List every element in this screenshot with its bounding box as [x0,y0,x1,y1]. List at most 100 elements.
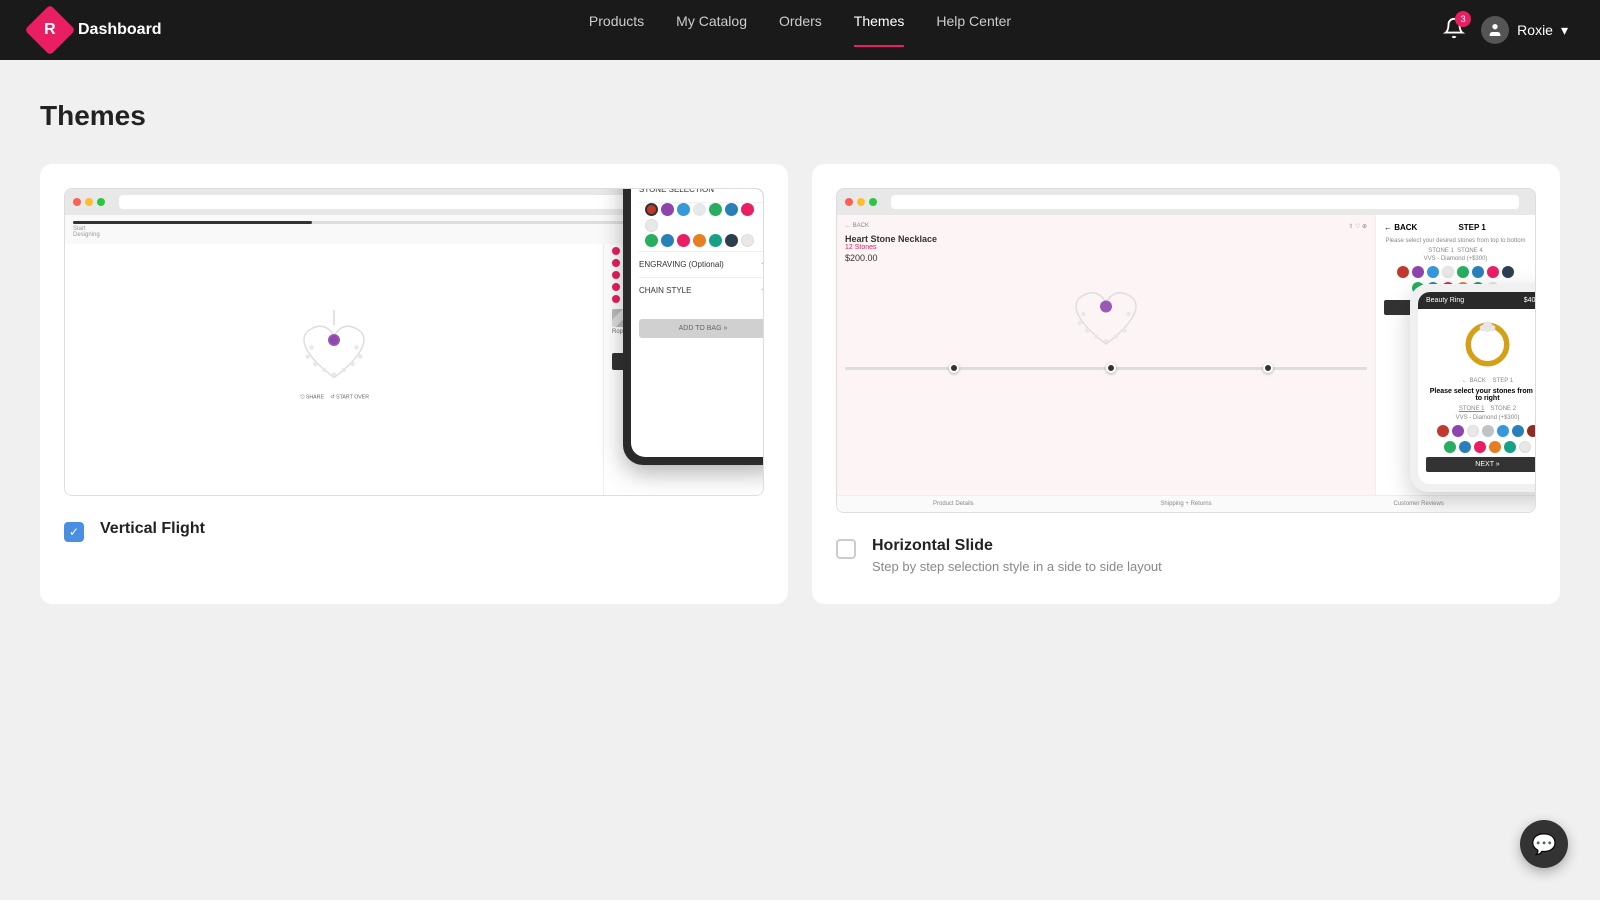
hs-phone-stone-navy[interactable] [1512,425,1524,437]
phone-add-to-bag-btn[interactable]: ADD TO BAG » [639,319,764,338]
chat-button[interactable]: 💬 [1520,820,1568,868]
user-name: Roxie [1517,22,1553,38]
vertical-theme-info: Vertical Flight [100,520,205,538]
hs-back-step: ← BACK [1384,223,1417,232]
horizontal-theme-label: Horizontal Slide [872,537,1162,555]
phone-step-icon-stone-sel: − [761,188,764,195]
hs-phone-stone-red[interactable] [1437,425,1449,437]
theme-card-horizontal: ← BACK ⇧ ♡ ⊕ Heart Stone Necklace 12 Sto… [812,164,1560,604]
hs-phone-stone-orange[interactable] [1489,441,1501,453]
dot-green [97,198,105,206]
hs-phone-stone-white[interactable] [1467,425,1479,437]
dot-red [73,198,81,206]
hs-phone-stone-teal[interactable] [1504,441,1516,453]
hs-icons: ⇧ ♡ ⊕ [1348,223,1367,230]
hs-phone-stone-green[interactable] [1444,441,1456,453]
hs-phone-step-title: Please select your stones from left to r… [1426,388,1536,402]
hs-stone-subheader: VVS - Diamond (+$300) [1384,256,1527,262]
nav-item-themes[interactable]: Themes [854,13,905,47]
hs-stone-navy[interactable] [1472,266,1484,278]
heart-necklace-image: ⎋ SHARE ↺ START OVER [289,300,379,410]
hs-phone-stone-dark-red[interactable] [1527,425,1537,437]
logo-text: Dashboard [78,21,162,39]
horizontal-browser-mockup: ← BACK ⇧ ♡ ⊕ Heart Stone Necklace 12 Sto… [836,188,1536,513]
hs-phone-ring-image [1460,317,1515,372]
hs-phone-stone-purple[interactable] [1452,425,1464,437]
logo[interactable]: R Dashboard [32,12,162,48]
nav-item-help-center[interactable]: Help Center [936,13,1011,47]
phone-step-list: STONE COUNT + METAL/FINISH SELECTION + S… [631,188,764,311]
hs-phone-stone-blue[interactable] [1497,425,1509,437]
hs-dot-red [845,198,853,206]
horizontal-theme-desc: Step by step selection style in a side t… [872,559,1162,574]
hs-stone-white[interactable] [1442,266,1454,278]
hs-phone-next-btn[interactable]: NEXT » [1426,457,1536,472]
phone-step-chain: CHAIN STYLE + [639,278,764,303]
phone-step-label-stone-sel: STONE SELECTION [639,188,714,194]
hs-stone-pink[interactable] [1487,266,1499,278]
hs-phone-stone-pink[interactable] [1474,441,1486,453]
horizontal-checkbox[interactable] [836,539,856,559]
hs-price-slider [845,367,1367,370]
hs-phone-stone1-tab: STONE 1 [1459,406,1485,412]
hs-stone-select-label: Please select your desired stones from t… [1384,238,1527,244]
hs-phone-stone-row-2 [1426,441,1536,453]
hs-phone-stone-white-2[interactable] [1519,441,1531,453]
hs-dot-yellow [857,198,865,206]
hs-product-title: Heart Stone Necklace [845,234,1367,244]
user-menu-button[interactable]: Roxie ▾ [1481,16,1568,44]
horizontal-browser-content: ← BACK ⇧ ♡ ⊕ Heart Stone Necklace 12 Sto… [837,215,1535,512]
hs-product-image [1061,269,1151,359]
themes-grid: StartDesigning [40,164,1560,604]
phone-step-icon-engraving: + [761,259,764,270]
dot-yellow [85,198,93,206]
hs-phone-back: ← BACK STEP 1 [1426,378,1536,384]
vertical-theme-option: ✓ Vertical Flight [64,512,764,542]
hs-stone-dark[interactable] [1502,266,1514,278]
phone-step-engraving: ENGRAVING (Optional) + [639,252,764,278]
hs-tab-reviews[interactable]: Customer Reviews [1302,496,1535,512]
vertical-checkbox[interactable]: ✓ [64,522,84,542]
vf-left-panel: StartDesigning [65,215,603,495]
hs-phone-stone-row-1 [1426,425,1536,437]
user-dropdown-icon: ▾ [1561,22,1568,39]
hs-nav-bar: ← BACK ⇧ ♡ ⊕ [845,223,1367,230]
horizontal-theme-info: Horizontal Slide Step by step selection … [872,537,1162,574]
hs-tab-product-details[interactable]: Product Details [837,496,1070,512]
vertical-phone-mockup: STONE COUNT + METAL/FINISH SELECTION + S… [623,188,764,465]
notification-button[interactable]: 3 [1443,17,1465,44]
hs-phone-stone-navy-2[interactable] [1459,441,1471,453]
nav-item-my-catalog[interactable]: My Catalog [676,13,747,47]
check-mark: ✓ [69,525,79,539]
horizontal-phone-mockup: Beauty Ring $400.00 [1410,284,1536,492]
hs-dot-green [869,198,877,206]
vertical-browser-content: StartDesigning [65,215,763,495]
hs-stone-header-row: STONE 1 STONE 4 [1384,248,1527,254]
svg-text:↺ START OVER: ↺ START OVER [330,395,369,401]
vertical-theme-label: Vertical Flight [100,520,205,538]
hs-browser-url-bar [891,195,1519,209]
vf-step-dot-4 [612,283,620,291]
hs-stone-purple[interactable] [1412,266,1424,278]
header: R Dashboard Products My Catalog Orders Them… [0,0,1600,60]
logo-letter: R [44,21,56,39]
hs-phone-stone-tabs: STONE 1 STONE 2 [1426,406,1536,412]
hs-tab-shipping[interactable]: Shipping + Returns [1070,496,1303,512]
progress-start: StartDesigning [73,226,100,238]
nav-item-products[interactable]: Products [589,13,644,47]
logo-diamond: R [25,5,76,56]
hs-stones-count: 12 Stones [845,244,1367,251]
hs-stone-blue[interactable] [1427,266,1439,278]
hs-stone-red[interactable] [1397,266,1409,278]
hs-step-header: ← BACK STEP 1 [1384,223,1527,232]
hs-phone-price: $400.00 [1524,297,1536,304]
nav-item-orders[interactable]: Orders [779,13,822,47]
hs-back-link: ← BACK [845,223,869,230]
hs-stone-row-1 [1384,266,1527,278]
chat-icon: 💬 [1532,832,1557,857]
hs-stone-green[interactable] [1457,266,1469,278]
hs-phone-screen: Beauty Ring $400.00 [1418,292,1536,484]
hs-phone-header: Beauty Ring $400.00 [1418,292,1536,309]
hs-phone-stone-silver[interactable] [1482,425,1494,437]
page-content: Themes [0,60,1600,704]
